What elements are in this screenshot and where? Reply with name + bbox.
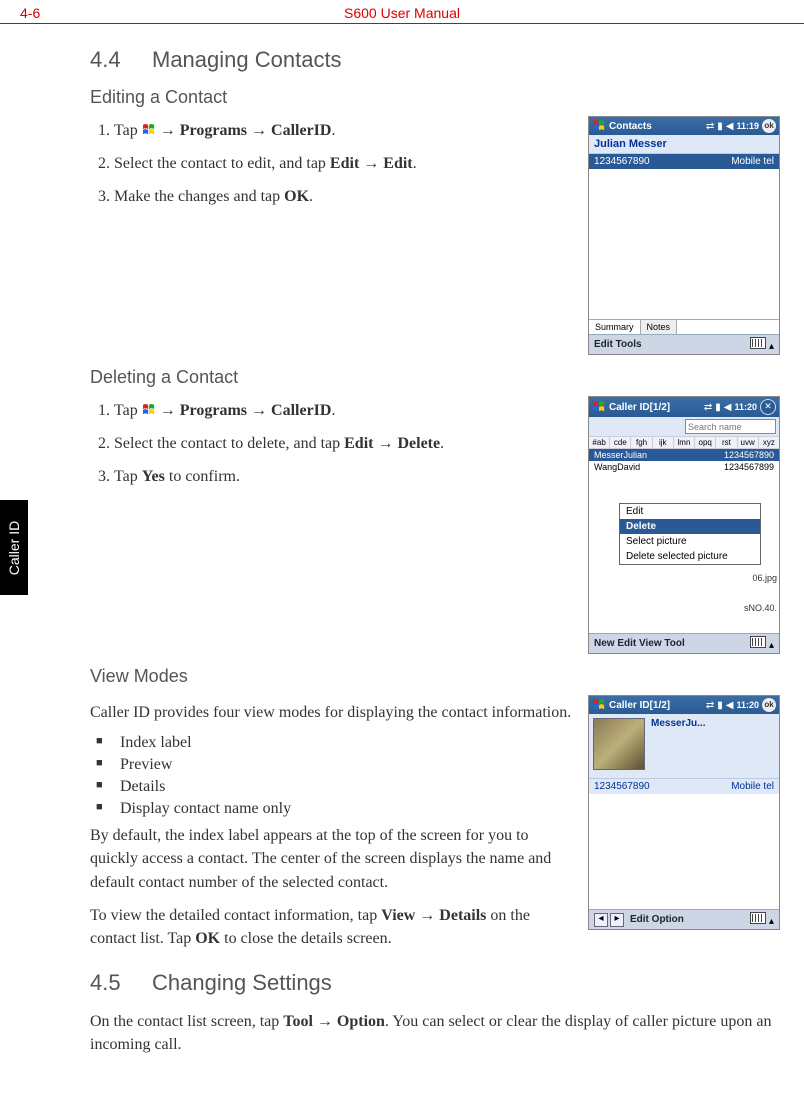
view-modes-heading: View Modes [90, 666, 780, 687]
search-input[interactable] [685, 419, 776, 434]
window-title: Caller ID[1/2] [609, 402, 701, 413]
contact-row-selected[interactable]: MesserJulian1234567890 [589, 449, 779, 461]
start-flag-icon [142, 404, 156, 416]
view-modes-list: Index label Preview Details Display cont… [90, 734, 572, 818]
list-item: Index label [96, 734, 572, 752]
ok-button[interactable]: ok [762, 119, 776, 133]
right-arrow-icon[interactable]: ▸ [610, 913, 624, 927]
view-default-desc: By default, the index label appears at t… [90, 824, 572, 894]
nav-arrows[interactable]: ◂▸ [594, 913, 624, 927]
phone-type: Mobile tel [731, 781, 774, 792]
view-intro: Caller ID provides four view modes for d… [90, 701, 572, 724]
keyboard-icon[interactable] [750, 636, 766, 648]
chapter-side-tab: Caller ID [0, 500, 28, 595]
tab-notes[interactable]: Notes [641, 320, 678, 334]
section-4-5-title: 4.5Changing Settings [90, 970, 780, 996]
list-item: Preview [96, 756, 572, 774]
signal-icon: ▮ [717, 121, 723, 132]
keyboard-icon[interactable] [750, 912, 766, 924]
menu-edit[interactable]: Edit [620, 504, 760, 519]
start-flag-icon [592, 120, 606, 132]
phone-number[interactable]: 1234567890 [594, 781, 650, 792]
screenshot-callerid-delete: Caller ID[1/2] ⇄ ▮ ◀ 11:20 ✕ #abcdefghij… [588, 396, 780, 654]
edit-step-3: Make the changes and tap OK. [114, 185, 572, 208]
menu-delete-picture[interactable]: Delete selected picture [620, 549, 760, 564]
left-arrow-icon[interactable]: ◂ [594, 913, 608, 927]
connection-icon: ⇄ [704, 402, 712, 413]
speaker-icon: ◀ [724, 402, 732, 413]
screenshot-callerid-preview: Caller ID[1/2] ⇄ ▮ ◀ 11:20 ok MesserJu..… [588, 695, 780, 930]
ok-button[interactable]: ok [762, 698, 776, 712]
phone-number[interactable]: 1234567890 [594, 156, 650, 167]
manual-title: S600 User Manual [0, 5, 804, 21]
signal-icon: ▮ [715, 402, 721, 413]
list-item: Display contact name only [96, 800, 572, 818]
tab-summary[interactable]: Summary [589, 320, 641, 334]
up-arrow-icon[interactable]: ▴ [769, 916, 774, 927]
window-title: Caller ID[1/2] [609, 700, 703, 711]
delete-step-2: Select the contact to delete, and tap Ed… [114, 432, 572, 455]
up-arrow-icon[interactable]: ▴ [769, 341, 774, 352]
delete-step-1: Tap → Programs → CallerID. [114, 399, 572, 422]
clock: 11:20 [734, 402, 757, 412]
speaker-icon: ◀ [726, 700, 734, 711]
editing-contact-heading: Editing a Contact [90, 87, 780, 108]
connection-icon: ⇄ [706, 700, 714, 711]
clock: 11:19 [736, 121, 759, 131]
menu-delete[interactable]: Delete [620, 519, 760, 534]
menu-select-picture[interactable]: Select picture [620, 534, 760, 549]
connection-icon: ⇄ [706, 121, 714, 132]
deleting-steps: Tap → Programs → CallerID. Select the co… [90, 399, 572, 489]
contact-row[interactable]: WangDavid1234567899 [589, 461, 779, 473]
editing-steps: Tap → Programs → CallerID. Select the co… [90, 119, 572, 209]
up-arrow-icon[interactable]: ▴ [769, 640, 774, 651]
signal-icon: ▮ [717, 700, 723, 711]
speaker-icon: ◀ [726, 121, 734, 132]
window-title: Contacts [609, 121, 703, 132]
delete-step-3: Tap Yes to confirm. [114, 465, 572, 488]
bottom-menus[interactable]: Edit Option [630, 914, 684, 925]
start-flag-icon [142, 124, 156, 136]
contact-photo [593, 718, 645, 770]
keyboard-icon[interactable] [750, 337, 766, 349]
clock: 11:20 [736, 700, 759, 710]
contact-name-preview: MesserJu... [651, 718, 705, 774]
edit-step-1: Tap → Programs → CallerID. [114, 119, 572, 142]
close-button[interactable]: ✕ [760, 399, 776, 415]
contact-name: Julian Messer [589, 135, 779, 154]
changing-settings-desc: On the contact list screen, tap Tool → O… [90, 1010, 780, 1056]
side-label-1: 06.jpg [752, 573, 777, 583]
start-flag-icon [592, 401, 606, 413]
view-details-desc: To view the detailed contact information… [90, 904, 572, 950]
edit-popup-menu: Edit Delete Select picture Delete select… [619, 503, 761, 565]
bottom-menus[interactable]: Edit Tools [594, 339, 642, 350]
list-item: Details [96, 778, 572, 796]
screenshot-contacts-edit: Contacts ⇄ ▮ ◀ 11:19 ok Julian Messer 12… [588, 116, 780, 355]
edit-step-2: Select the contact to edit, and tap Edit… [114, 152, 572, 175]
page-header: 4-6 S600 User Manual [0, 0, 804, 24]
phone-type: Mobile tel [731, 156, 774, 167]
deleting-contact-heading: Deleting a Contact [90, 367, 780, 388]
start-flag-icon [592, 699, 606, 711]
bottom-menus[interactable]: New Edit View Tool [594, 638, 685, 649]
section-4-4-title: 4.4Managing Contacts [90, 47, 780, 73]
index-bar[interactable]: #abcdefghijklmnopqrstuvwxyz [589, 436, 779, 449]
side-label-2: sNO.40. [744, 603, 777, 613]
